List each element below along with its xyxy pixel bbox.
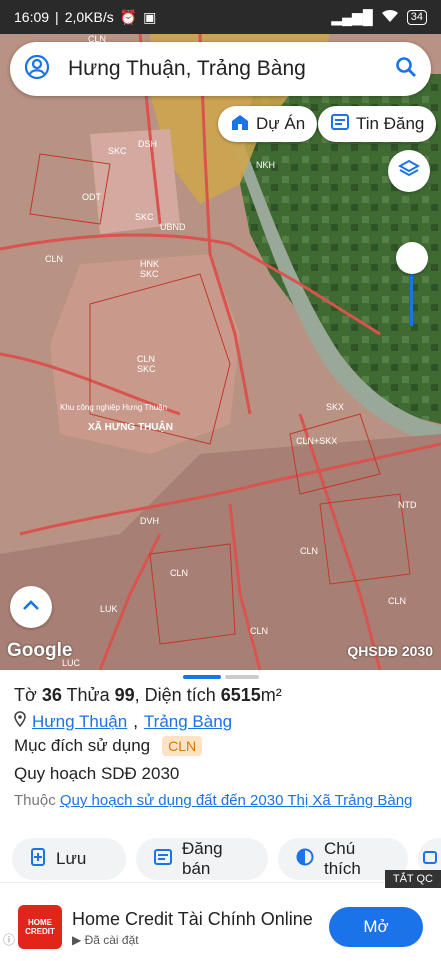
status-speed: 2,0KB/s [64, 9, 114, 25]
home-icon [230, 113, 250, 136]
map-label-cln-3: CLN [137, 354, 155, 364]
post-sale-label: Đăng bán [182, 839, 223, 878]
play-store-icon: ▶ [72, 933, 82, 947]
map-label-cln-6: CLN [388, 596, 406, 606]
map-label-cln-5: CLN [170, 568, 188, 578]
search-bar[interactable]: Hưng Thuận, Trảng Bàng [10, 42, 431, 96]
area-unit: m² [260, 685, 282, 705]
expand-up-button[interactable] [10, 586, 52, 628]
ad-banner[interactable]: ⓘ HOME CREDIT Home Credit Tài Chính Onli… [0, 882, 441, 961]
alarm-icon: ⏰ [119, 8, 138, 25]
map-label-luk: LUK [100, 604, 118, 614]
save-label: Lưu [56, 849, 87, 868]
area-value: 6515 [220, 685, 261, 705]
map-label-cln-2: CLN [45, 254, 63, 264]
map-label-ubnd: UBND [160, 222, 186, 232]
notification-icon: ▣ [143, 8, 157, 25]
tin-dang-label: Tin Đăng [356, 114, 425, 133]
du-an-chip[interactable]: Dự Án [218, 106, 318, 142]
tin-dang-chip[interactable]: Tin Đăng [318, 106, 437, 142]
map-label-odt: ODT [82, 192, 102, 202]
parcel-location: Hưng Thuận, Trảng Bàng [14, 711, 232, 732]
opacity-slider-knob[interactable] [396, 242, 428, 274]
map-label-ntd: NTD [398, 500, 417, 510]
purpose-label: Mục đích sử dụng [14, 736, 151, 755]
ad-info-icon[interactable]: ⓘ [3, 931, 15, 948]
ad-logo: HOME CREDIT [18, 905, 62, 949]
post-icon [154, 848, 172, 870]
search-icon[interactable] [395, 56, 417, 83]
location-pin-icon [14, 711, 26, 732]
belongs-label: Thuộc [14, 792, 56, 809]
map-label-nkh: NKH [256, 160, 275, 170]
du-an-label: Dự Án [256, 114, 306, 133]
status-time: 16:09 [14, 9, 50, 25]
chevron-up-icon [22, 598, 40, 616]
search-input[interactable]: Hưng Thuận, Trảng Bàng [68, 57, 395, 81]
layers-icon [397, 158, 421, 185]
save-button[interactable]: Lưu [12, 838, 126, 880]
wifi-icon [381, 9, 399, 26]
google-logo: Google [7, 640, 73, 661]
map-label-skc-4: SKC [137, 364, 156, 374]
map-label-skc-3: SKC [140, 269, 159, 279]
belongs-row: Thuộc Quy hoạch sử dụng đất đến 2030 Thị… [14, 790, 424, 812]
map-label-cln-7: CLN [250, 626, 268, 636]
listing-icon [330, 113, 350, 136]
signal-icon: ▂▄▆█ [331, 8, 373, 25]
status-bar: 16:09 | 2,0KB/s ⏰ ▣ ▂▄▆█ 34 [0, 0, 441, 34]
map-label-xa: XÃ HƯNG THUẬN [88, 420, 173, 433]
plan-link[interactable]: Quy hoạch sử dụng đất đến 2030 Thị Xã Tr… [60, 792, 413, 809]
sheet-handle-active[interactable] [183, 675, 221, 679]
thua-label: Thửa [66, 685, 110, 705]
plan-label: Quy hoạch SDĐ 2030 [14, 764, 180, 783]
map-label-kcn: Khu công nghiệp Hưng Thuận [60, 403, 167, 412]
purpose-row: Mục đích sử dụng CLN [14, 736, 203, 756]
parcel-title: Tờ 36 Thửa 99, Diện tích 6515m² [14, 685, 282, 706]
location-link-ward[interactable]: Hưng Thuận [32, 712, 127, 732]
battery-indicator: 34 [406, 9, 427, 25]
map-label-dsh: DSH [138, 139, 157, 149]
map-label-skc-2: SKC [135, 212, 154, 222]
to-value: 36 [41, 685, 62, 705]
map-label-skx: SKX [326, 402, 344, 412]
location-sep: , [133, 711, 138, 731]
sheet-handle[interactable] [225, 675, 259, 679]
to-label: Tờ [14, 685, 37, 705]
account-icon[interactable] [24, 54, 50, 85]
image-add-icon [422, 849, 438, 870]
bookmark-add-icon [30, 847, 46, 871]
post-sale-button[interactable]: Đăng bán [136, 838, 268, 880]
thua-value: 99 [114, 685, 135, 705]
ad-subtitle-text: Đã cài đặt [84, 933, 139, 947]
status-separator: | [55, 9, 59, 25]
ad-title: Home Credit Tài Chính Online [72, 909, 313, 929]
ad-open-button[interactable]: Mở [329, 907, 423, 947]
ad-subtitle: ▶ Đã cài đặt [72, 933, 139, 947]
action-buttons: Lưu Đăng bán Chú thích [12, 838, 441, 880]
map-label-dvh: DVH [140, 516, 159, 526]
map-label-hnk: HNK [140, 259, 159, 269]
map-label-cln-4: CLN [300, 546, 318, 556]
map-label-skc-1: SKC [108, 146, 127, 156]
overlay-label: QHSDĐ 2030 [347, 643, 433, 659]
close-ad-button[interactable]: TẮT QC [384, 870, 441, 888]
area-label: , Diện tích [134, 685, 216, 705]
location-link-district[interactable]: Trảng Bàng [144, 712, 232, 732]
layers-button[interactable] [388, 150, 430, 192]
purpose-badge: CLN [162, 736, 203, 756]
legend-icon [296, 848, 314, 871]
legend-label: Chú thích [324, 839, 361, 878]
map-label-cln-skx: CLN+SKX [296, 436, 337, 446]
